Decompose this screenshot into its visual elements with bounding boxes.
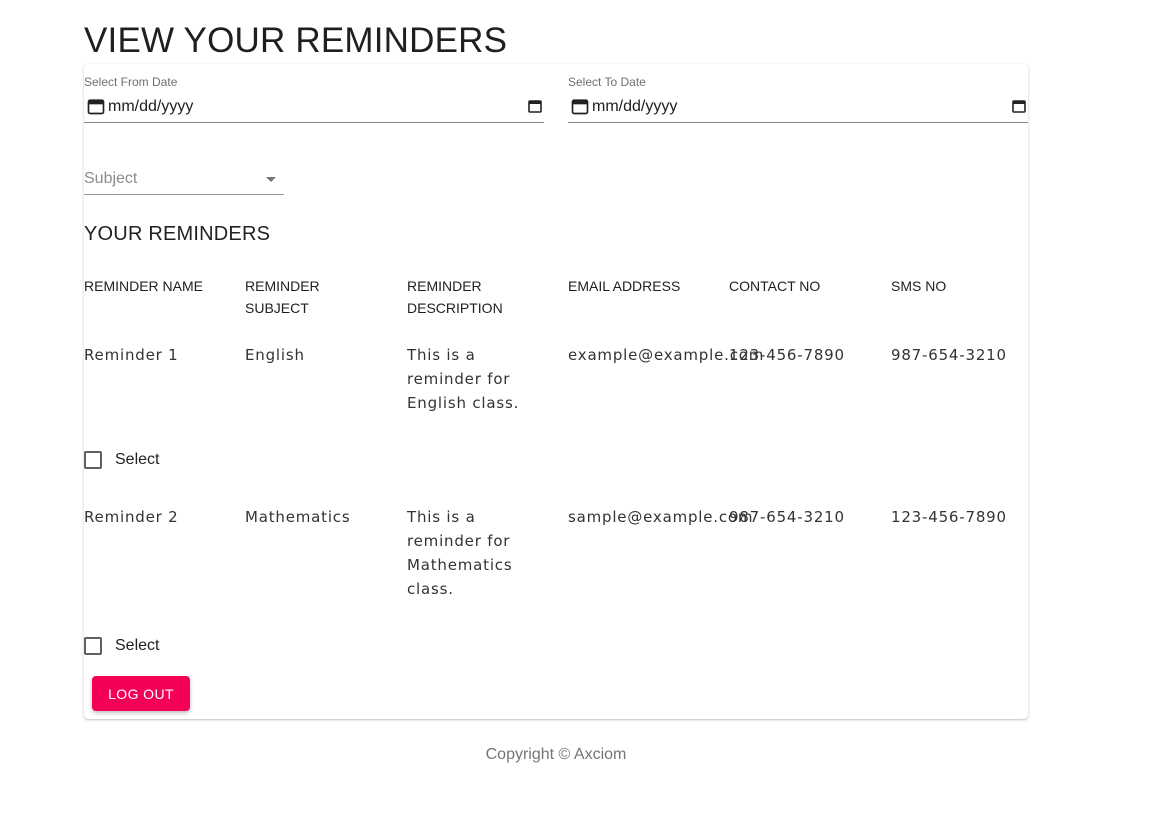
row-2-select[interactable]: Select [84,634,159,658]
column-header-subject: REMINDER SUBJECT [245,278,320,316]
page-title: VIEW YOUR REMINDERS [84,21,508,60]
to-date-field: Select To Date mm/dd/yyyy [568,64,1028,123]
reminders-card: Select From Date mm/dd/yyyy Select To Da… [84,64,1028,719]
to-date-input[interactable]: mm/dd/yyyy [568,94,1028,123]
column-header-name: REMINDER NAME [84,278,204,294]
row-2-checkbox[interactable] [84,637,102,655]
row-1-name: Reminder 1 [84,346,179,364]
row-1-sms: 987-654-3210 [891,346,1007,364]
column-header-email: EMAIL ADDRESS [568,278,681,294]
to-date-value: mm/dd/yyyy [592,98,678,115]
row-2-select-label: Select [115,637,160,654]
footer-copyright: Copyright © Axciom [485,746,627,763]
section-title: YOUR REMINDERS [84,223,271,245]
from-date-label: Select From Date [84,75,178,89]
row-1-select[interactable]: Select [84,448,159,472]
calendar-picker-icon[interactable] [528,99,542,113]
row-1-email: example@example.com [568,346,765,364]
row-2-sms: 123-456-7890 [891,508,1007,526]
row-1-subject: English [245,346,305,364]
calendar-icon[interactable] [86,96,106,116]
from-date-value: mm/dd/yyyy [108,98,194,115]
row-2-contact: 987-654-3210 [729,508,845,526]
column-header-contact: CONTACT NO [729,278,821,294]
row-1-contact: 123-456-7890 [729,346,845,364]
row-2-subject: Mathematics [245,508,351,526]
subject-placeholder: Subject [84,170,138,187]
from-date-field: Select From Date mm/dd/yyyy [84,64,544,123]
row-2-name: Reminder 2 [84,508,179,526]
row-1-checkbox[interactable] [84,451,102,469]
row-1-select-label: Select [115,451,160,468]
dropdown-arrow-icon [266,177,276,182]
calendar-picker-icon[interactable] [1012,99,1026,113]
calendar-icon[interactable] [570,96,590,116]
subject-select[interactable]: Subject [84,164,284,195]
row-2-email: sample@example.com [568,508,754,526]
row-1-description: This is a reminder for English class. [407,346,520,412]
row-2-description: This is a reminder for Mathematics class… [407,508,513,598]
from-date-input[interactable]: mm/dd/yyyy [84,94,544,123]
to-date-label: Select To Date [568,75,646,89]
column-header-description: REMINDER DESCRIPTION [407,278,503,316]
column-header-sms: SMS NO [891,278,947,294]
logout-button[interactable]: LOG OUT [92,676,190,711]
